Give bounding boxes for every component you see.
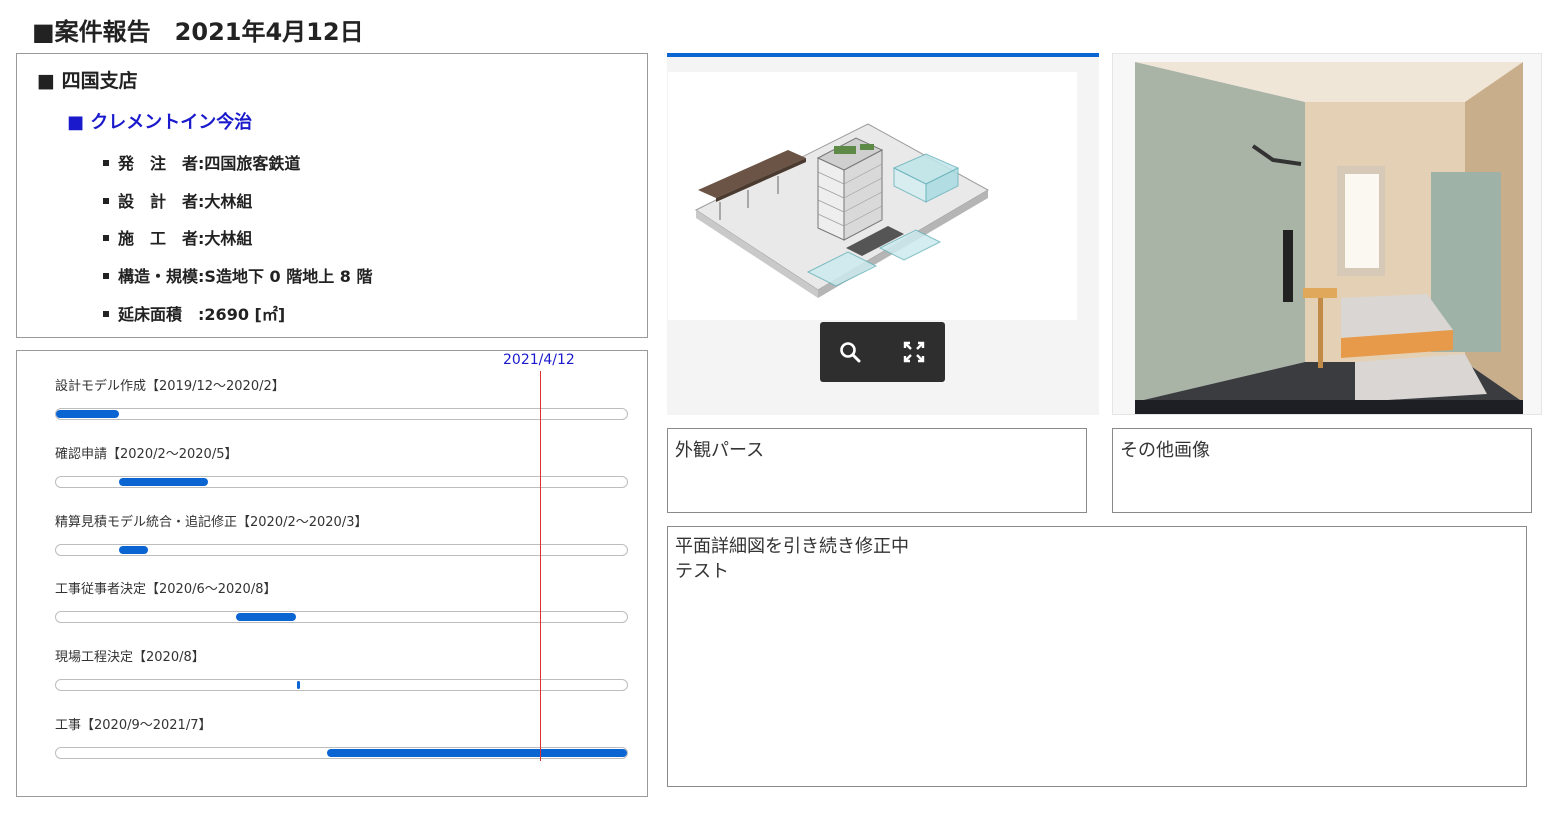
bullet-icon bbox=[103, 197, 109, 204]
detail-row-contractor: 施 工 者:大林組 bbox=[103, 225, 252, 249]
detail-value: S造地下 0 階地上 8 階 bbox=[204, 267, 373, 286]
detail-row-floor-area: 延床面積 :2690 [㎡] bbox=[103, 301, 285, 325]
task-track bbox=[55, 544, 628, 556]
today-label: 2021/4/12 bbox=[503, 352, 575, 368]
detail-label: 発 注 者 bbox=[118, 154, 199, 173]
bullet-icon bbox=[103, 234, 109, 241]
exterior-caption-box: 外観パース bbox=[667, 428, 1087, 513]
search-icon[interactable] bbox=[838, 340, 862, 364]
task-track bbox=[55, 679, 628, 691]
task-track bbox=[55, 747, 628, 759]
detail-value: 2690 [㎡] bbox=[204, 305, 286, 324]
task-label: 現場工程決定【2020/8】 bbox=[55, 650, 205, 665]
task-track bbox=[55, 476, 628, 488]
exterior-image-viewer[interactable] bbox=[667, 53, 1099, 415]
detail-label: 設 計 者 bbox=[118, 192, 199, 211]
viewer-toolbar bbox=[820, 322, 945, 382]
detail-row-structure: 構造・規模:S造地下 0 階地上 8 階 bbox=[103, 263, 373, 287]
detail-label: 施 工 者 bbox=[118, 229, 199, 248]
task-progress-bar bbox=[119, 546, 148, 554]
exterior-caption-text: 外観パース bbox=[675, 440, 765, 461]
task-progress-bar bbox=[327, 749, 627, 757]
page-title: ■案件報告 2021年4月12日 bbox=[32, 18, 364, 46]
project-name: ■ クレメントイン今治 bbox=[67, 112, 253, 133]
hotel-room-rendering bbox=[1135, 62, 1523, 414]
task-progress-bar bbox=[297, 681, 300, 689]
detail-row-designer: 設 計 者:大林組 bbox=[103, 188, 252, 212]
branch-name: ■ 四国支店 bbox=[37, 70, 138, 92]
bullet-icon bbox=[103, 272, 109, 279]
exterior-rendering-image bbox=[668, 72, 1077, 320]
notes-line: 平面詳細図を引き続き修正中 bbox=[675, 536, 909, 557]
detail-label: 延床面積 bbox=[118, 305, 199, 324]
detail-value: 四国旅客鉄道 bbox=[204, 154, 301, 173]
building-isometric-illustration bbox=[694, 123, 990, 298]
fullscreen-icon[interactable] bbox=[902, 340, 926, 364]
task-label: 工事【2020/9～2021/7】 bbox=[55, 718, 212, 733]
detail-label: 構造・規模 bbox=[118, 267, 199, 286]
notes-textarea[interactable]: 平面詳細図を引き続き修正中 テスト bbox=[667, 526, 1527, 787]
task-progress-bar bbox=[119, 478, 208, 486]
task-track bbox=[55, 611, 628, 623]
project-info-panel: ■ 四国支店 ■ クレメントイン今治 発 注 者:四国旅客鉄道 設 計 者:大林… bbox=[16, 53, 648, 338]
detail-value: 大林組 bbox=[204, 192, 253, 211]
bullet-icon bbox=[103, 159, 109, 166]
task-label: 設計モデル作成【2019/12～2020/2】 bbox=[55, 379, 285, 394]
room-image-viewer[interactable] bbox=[1112, 53, 1542, 415]
task-progress-bar bbox=[236, 613, 296, 621]
other-caption-text: その他画像 bbox=[1120, 440, 1210, 461]
task-track bbox=[55, 408, 628, 420]
task-label: 確認申請【2020/2～2020/5】 bbox=[55, 447, 238, 462]
task-progress-bar bbox=[56, 410, 119, 418]
bullet-icon bbox=[103, 310, 109, 317]
notes-line: テスト bbox=[675, 561, 729, 582]
task-label: 工事従事者決定【2020/6～2020/8】 bbox=[55, 582, 277, 597]
detail-row-client: 発 注 者:四国旅客鉄道 bbox=[103, 150, 300, 174]
schedule-gantt-panel: 2021/4/12 設計モデル作成【2019/12～2020/2】 確認申請【2… bbox=[16, 350, 648, 797]
detail-value: 大林組 bbox=[204, 229, 253, 248]
today-marker-line bbox=[540, 371, 541, 761]
task-label: 精算見積モデル統合・追記修正【2020/2～2020/3】 bbox=[55, 515, 368, 530]
other-images-caption-box: その他画像 bbox=[1112, 428, 1532, 513]
